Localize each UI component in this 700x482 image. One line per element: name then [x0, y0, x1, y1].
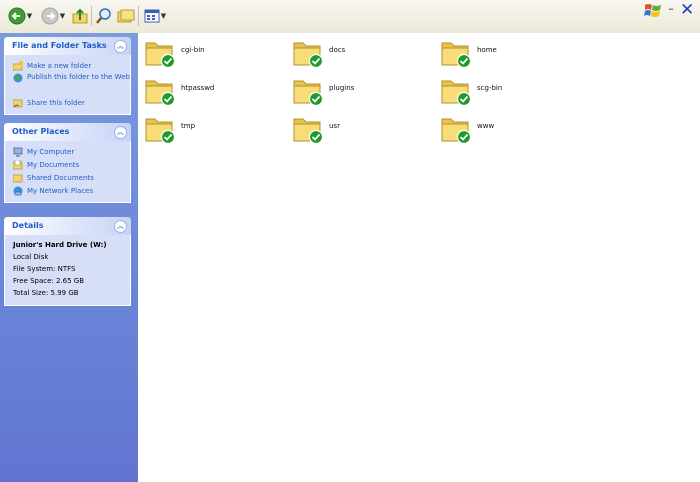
- place-my-computer[interactable]: My Computer: [13, 145, 130, 158]
- share-folder-icon: [13, 98, 23, 108]
- task-label: Share this folder: [27, 98, 85, 107]
- folder-label: usr: [329, 122, 340, 130]
- minimize-button[interactable]: –: [664, 2, 678, 20]
- panel-title: File and Folder Tasks: [12, 41, 107, 50]
- toolbar-separator: [91, 6, 92, 26]
- toolbar-separator: [138, 6, 139, 26]
- back-button[interactable]: ▼: [4, 5, 36, 27]
- shared-folder-icon: [441, 118, 472, 145]
- toolbar: ▼ ▼ ▼ – ✕: [0, 0, 700, 34]
- drive-free-space: Free Space: 2.65 GB: [13, 277, 85, 285]
- my-computer-icon: [13, 147, 23, 157]
- collapse-chevron-icon[interactable]: ︽: [114, 126, 127, 139]
- place-label: My Computer: [27, 147, 75, 156]
- task-label: Make a new folder: [27, 61, 92, 70]
- views-button[interactable]: ▼: [142, 5, 168, 27]
- forward-icon: [41, 7, 59, 25]
- folder-view: cgi-bin docs home htpasswd plugins scg-b…: [138, 33, 700, 482]
- views-icon: [144, 9, 160, 23]
- close-icon: ✕: [680, 0, 695, 20]
- folder-item-www[interactable]: www: [440, 113, 580, 147]
- drive-file-system: File System: NTFS: [13, 265, 76, 273]
- task-label: Publish this folder to the Web: [27, 73, 130, 81]
- new-folder-icon: [13, 60, 23, 71]
- shared-folder-icon: [441, 80, 472, 107]
- search-button[interactable]: [94, 5, 114, 27]
- place-label: Shared Documents: [27, 173, 94, 182]
- task-share-folder[interactable]: Share this folder: [13, 96, 130, 109]
- place-my-documents[interactable]: My Documents: [13, 158, 130, 171]
- folders-button[interactable]: [116, 5, 136, 27]
- my-documents-icon: [13, 159, 23, 170]
- folder-label: tmp: [181, 122, 196, 130]
- publish-web-icon: [13, 73, 23, 83]
- folder-label: plugins: [329, 84, 355, 92]
- shared-folder-icon: [293, 80, 324, 107]
- shared-folder-icon: [293, 42, 324, 69]
- folders-icon: [117, 9, 135, 23]
- panel-title: Details: [12, 221, 44, 230]
- shared-folder-icon: [145, 118, 176, 145]
- folder-label: scg-bin: [477, 84, 503, 92]
- panel-title: Other Places: [12, 127, 70, 136]
- place-network-places[interactable]: My Network Places: [13, 184, 130, 197]
- folder-item-cgi-bin[interactable]: cgi-bin: [144, 37, 284, 71]
- folder-label: docs: [329, 46, 346, 54]
- minimize-icon: –: [668, 2, 674, 15]
- panel-header[interactable]: Other Places ︽: [4, 123, 131, 141]
- windows-logo-icon: [644, 4, 661, 17]
- back-icon: [8, 7, 26, 25]
- forward-button[interactable]: ▼: [37, 5, 69, 27]
- file-folder-tasks-panel: File and Folder Tasks ︽ Make a new folde…: [4, 37, 131, 115]
- place-shared-documents[interactable]: Shared Documents: [13, 171, 130, 184]
- chevron-down-icon: ▼: [160, 12, 167, 20]
- collapse-chevron-icon[interactable]: ︽: [114, 40, 127, 53]
- place-label: My Network Places: [27, 186, 94, 195]
- folder-label: www: [477, 122, 495, 130]
- folder-item-docs[interactable]: docs: [292, 37, 432, 71]
- close-button[interactable]: ✕: [680, 1, 694, 19]
- drive-type: Local Disk: [13, 253, 49, 261]
- search-icon: [96, 8, 111, 24]
- folder-item-usr[interactable]: usr: [292, 113, 432, 147]
- folder-item-plugins[interactable]: plugins: [292, 75, 432, 109]
- panel-header[interactable]: File and Folder Tasks ︽: [4, 37, 131, 55]
- collapse-chevron-icon[interactable]: ︽: [114, 220, 127, 233]
- folder-item-home[interactable]: home: [440, 37, 580, 71]
- shared-folder-icon: [145, 42, 176, 69]
- drive-total-size: Total Size: 5.99 GB: [13, 289, 79, 297]
- chevron-down-icon: ▼: [59, 12, 66, 20]
- shared-folder-icon: [293, 118, 324, 145]
- task-make-new-folder[interactable]: Make a new folder: [13, 59, 130, 72]
- drive-name: Junior's Hard Drive (W:): [13, 241, 107, 249]
- folder-label: htpasswd: [181, 84, 215, 92]
- folder-label: cgi-bin: [181, 46, 205, 54]
- folder-item-tmp[interactable]: tmp: [144, 113, 284, 147]
- other-places-panel: Other Places ︽ My Computer My Documents …: [4, 123, 131, 203]
- task-publish-web[interactable]: Publish this folder to the Web: [13, 72, 130, 96]
- folder-label: home: [477, 46, 497, 54]
- task-pane: File and Folder Tasks ︽ Make a new folde…: [0, 33, 138, 482]
- place-label: My Documents: [27, 160, 80, 169]
- shared-folder-icon: [441, 42, 472, 69]
- up-folder-icon: [72, 8, 88, 24]
- folder-item-scg-bin[interactable]: scg-bin: [440, 75, 580, 109]
- folder-item-htpasswd[interactable]: htpasswd: [144, 75, 284, 109]
- shared-documents-icon: [13, 173, 23, 183]
- chevron-down-icon: ▼: [26, 12, 33, 20]
- panel-header[interactable]: Details ︽: [4, 217, 131, 235]
- shared-folder-icon: [145, 80, 176, 107]
- details-panel: Details ︽ Junior's Hard Drive (W:) Local…: [4, 217, 131, 306]
- network-places-icon: [13, 186, 23, 196]
- up-folder-button[interactable]: [70, 5, 90, 27]
